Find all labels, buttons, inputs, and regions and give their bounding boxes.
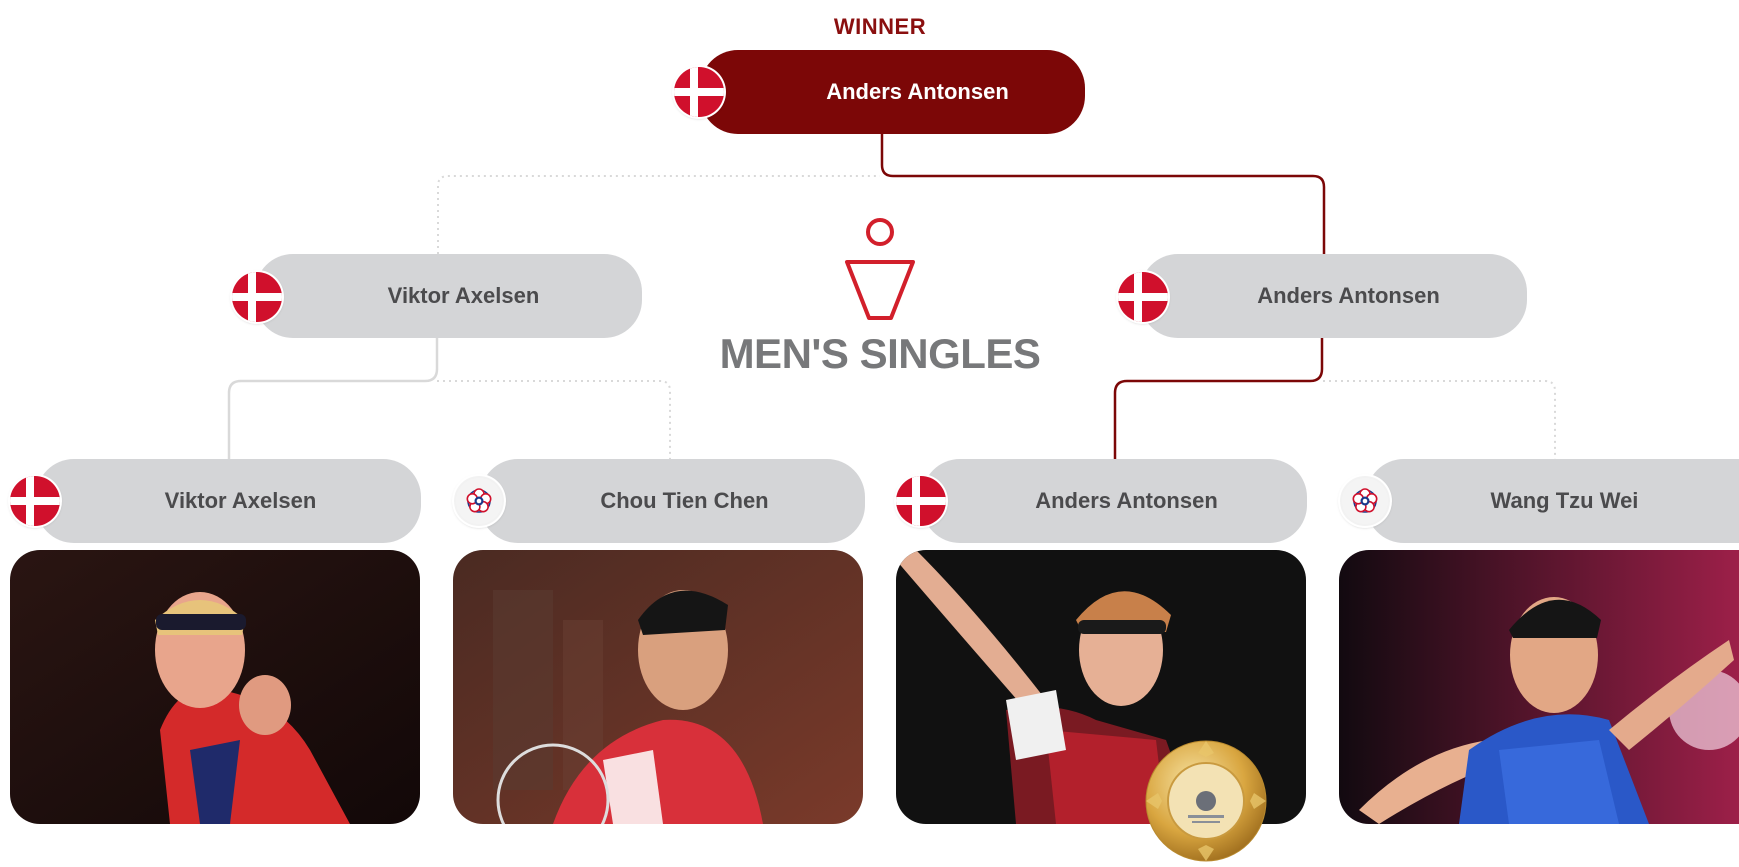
denmark-flag-icon: [1118, 272, 1168, 322]
connector-losing-left-semi: [437, 380, 671, 460]
winner-name: Anders Antonsen: [826, 79, 1009, 104]
finalist-left-pill[interactable]: Viktor Axelsen: [255, 254, 642, 338]
semifinalist-4-pill[interactable]: Wang Tzu Wei: [1366, 459, 1739, 543]
player-photo-wang-tzu-wei: [1339, 550, 1739, 824]
semifinalist-3-pill[interactable]: Anders Antonsen: [922, 459, 1307, 543]
connector-losing-left-top: [437, 175, 880, 254]
connector-losing-right-semi: [1323, 380, 1556, 460]
finalist-right-name: Anders Antonsen: [1257, 283, 1440, 308]
chinese-taipei-flag-icon: [1340, 476, 1390, 526]
chinese-taipei-flag-icon: [454, 476, 504, 526]
connector-semi-to-final-left: [227, 335, 439, 460]
shuttlecock-player-icon: [845, 218, 915, 320]
semifinalist-3-name: Anders Antonsen: [1035, 488, 1218, 513]
finalist-left-name: Viktor Axelsen: [387, 283, 540, 308]
player-photo-axelsen: [10, 550, 420, 824]
denmark-flag-icon: [674, 67, 724, 117]
semifinalist-2-pill[interactable]: Chou Tien Chen: [480, 459, 865, 543]
winner-label: WINNER: [833, 14, 927, 39]
connector-winning-path-final: [880, 134, 1326, 254]
gold-medal-icon: [1145, 740, 1267, 862]
denmark-flag-icon: [10, 476, 60, 526]
semifinalist-2-name: Chou Tien Chen: [600, 488, 769, 513]
player-photo-chou-tien-chen: [453, 550, 863, 824]
connector-winning-path: [1113, 335, 1324, 460]
semifinalist-4-name: Wang Tzu Wei: [1490, 488, 1639, 513]
denmark-flag-icon: [232, 272, 282, 322]
denmark-flag-icon: [896, 476, 946, 526]
event-title: MEN'S SINGLES: [719, 330, 1041, 377]
finalist-right-pill[interactable]: Anders Antonsen: [1140, 254, 1527, 338]
semifinalist-1-name: Viktor Axelsen: [164, 488, 317, 513]
semifinalist-1-pill[interactable]: Viktor Axelsen: [36, 459, 421, 543]
winner-pill[interactable]: Anders Antonsen: [700, 50, 1085, 134]
